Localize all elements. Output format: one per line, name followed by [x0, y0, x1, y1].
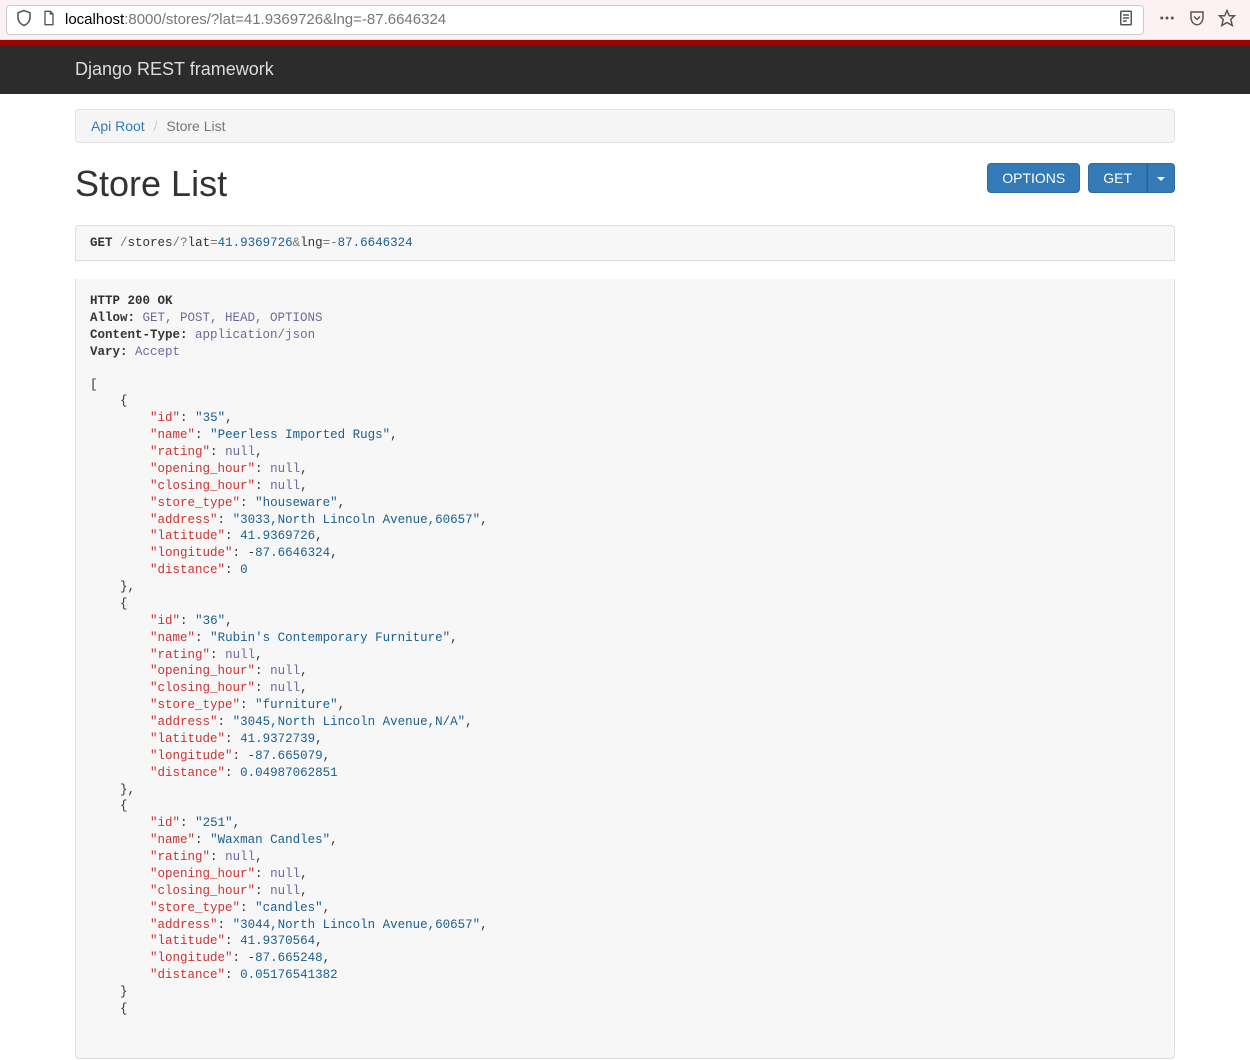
more-icon[interactable] — [1158, 9, 1176, 30]
browser-actions — [1150, 9, 1244, 30]
shield-icon — [15, 9, 33, 31]
get-button[interactable]: GET — [1088, 163, 1147, 193]
breadcrumb-current: Store List — [166, 118, 225, 134]
url-box[interactable]: localhost:8000/stores/?lat=41.9369726&ln… — [6, 5, 1144, 35]
content-type-header-val: application/json — [195, 328, 315, 342]
request-amp: & — [293, 236, 301, 250]
request-eq: = — [210, 236, 218, 250]
allow-header-val: GET, POST, HEAD, OPTIONS — [143, 311, 323, 325]
breadcrumb: Api Root / Store List — [75, 109, 1175, 143]
content-type-header-key: Content-Type: — [90, 328, 188, 342]
chevron-down-icon — [1157, 177, 1165, 181]
vary-header-key: Vary: — [90, 345, 128, 359]
response-json-body: [ { "id": "35", "name": "Peerless Import… — [90, 377, 1160, 1018]
action-buttons: OPTIONS GET — [987, 163, 1175, 193]
request-path: stores — [128, 236, 173, 250]
request-sep2: /? — [173, 236, 188, 250]
reader-mode-icon[interactable] — [1117, 9, 1135, 31]
options-button[interactable]: OPTIONS — [987, 163, 1080, 193]
request-sep: / — [120, 236, 128, 250]
brand-link[interactable]: Django REST framework — [75, 59, 274, 79]
star-icon[interactable] — [1218, 9, 1236, 30]
browser-address-bar: localhost:8000/stores/?lat=41.9369726&ln… — [0, 0, 1250, 40]
request-eq2: =- — [323, 236, 338, 250]
allow-header-key: Allow: — [90, 311, 135, 325]
navbar: Django REST framework — [0, 45, 1250, 94]
status-line: HTTP 200 OK — [90, 294, 173, 308]
pocket-icon[interactable] — [1188, 9, 1206, 30]
breadcrumb-separator: / — [149, 118, 163, 134]
breadcrumb-root-link[interactable]: Api Root — [91, 118, 145, 134]
response-box: HTTP 200 OK Allow: GET, POST, HEAD, OPTI… — [75, 279, 1175, 1059]
request-lng-val: 87.6646324 — [338, 236, 413, 250]
vary-header-val: Accept — [135, 345, 180, 359]
request-lng-key: lng — [300, 236, 323, 250]
request-lat-key: lat — [188, 236, 211, 250]
page-title: Store List — [75, 163, 227, 205]
request-line: GET /stores/?lat=41.9369726&lng=-87.6646… — [75, 225, 1175, 261]
request-lat-val: 41.9369726 — [218, 236, 293, 250]
get-dropdown-toggle[interactable] — [1147, 163, 1175, 193]
request-method: GET — [90, 236, 113, 250]
page-icon — [41, 10, 57, 30]
url-text: localhost:8000/stores/?lat=41.9369726&ln… — [65, 11, 1109, 28]
